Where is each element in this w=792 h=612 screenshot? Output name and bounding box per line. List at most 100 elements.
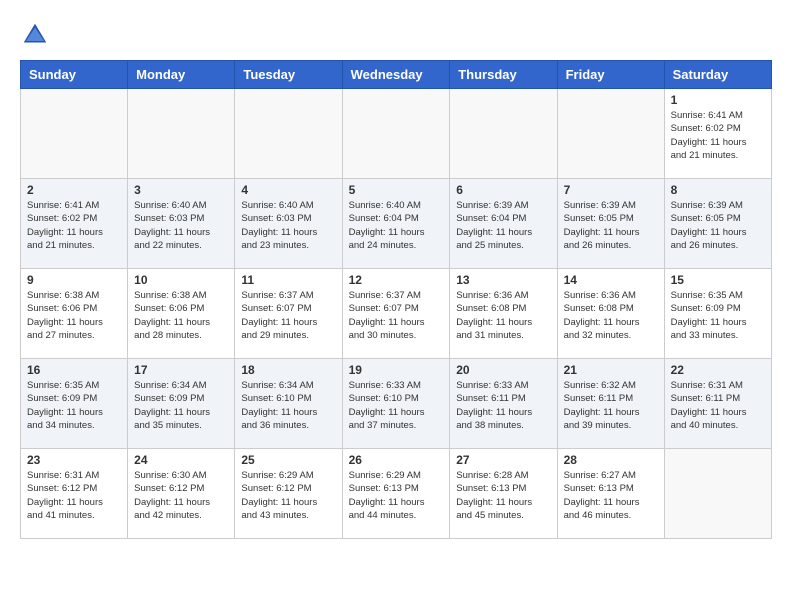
day-number: 1 xyxy=(671,93,765,107)
day-info: Sunrise: 6:39 AM Sunset: 6:05 PM Dayligh… xyxy=(564,199,658,252)
logo-icon xyxy=(20,20,50,50)
day-info: Sunrise: 6:35 AM Sunset: 6:09 PM Dayligh… xyxy=(27,379,121,432)
day-number: 22 xyxy=(671,363,765,377)
day-cell: 28 Sunrise: 6:27 AM Sunset: 6:13 PM Dayli… xyxy=(557,449,664,539)
day-number: 7 xyxy=(564,183,658,197)
day-number: 26 xyxy=(349,453,444,467)
day-cell xyxy=(21,89,128,179)
day-cell xyxy=(450,89,557,179)
day-cell xyxy=(664,449,771,539)
day-info: Sunrise: 6:31 AM Sunset: 6:12 PM Dayligh… xyxy=(27,469,121,522)
day-info: Sunrise: 6:27 AM Sunset: 6:13 PM Dayligh… xyxy=(564,469,658,522)
day-info: Sunrise: 6:34 AM Sunset: 6:09 PM Dayligh… xyxy=(134,379,228,432)
week-row-3: 9 Sunrise: 6:38 AM Sunset: 6:06 PM Daylig… xyxy=(21,269,772,359)
day-cell: 26 Sunrise: 6:29 AM Sunset: 6:13 PM Dayli… xyxy=(342,449,450,539)
day-cell xyxy=(128,89,235,179)
day-cell: 20 Sunrise: 6:33 AM Sunset: 6:11 PM Dayli… xyxy=(450,359,557,449)
logo xyxy=(20,20,54,50)
day-info: Sunrise: 6:31 AM Sunset: 6:11 PM Dayligh… xyxy=(671,379,765,432)
week-row-2: 2 Sunrise: 6:41 AM Sunset: 6:02 PM Daylig… xyxy=(21,179,772,269)
day-header-wednesday: Wednesday xyxy=(342,61,450,89)
day-cell xyxy=(235,89,342,179)
day-info: Sunrise: 6:29 AM Sunset: 6:12 PM Dayligh… xyxy=(241,469,335,522)
week-row-1: 1 Sunrise: 6:41 AM Sunset: 6:02 PM Daylig… xyxy=(21,89,772,179)
day-number: 14 xyxy=(564,273,658,287)
day-cell: 3 Sunrise: 6:40 AM Sunset: 6:03 PM Daylig… xyxy=(128,179,235,269)
day-info: Sunrise: 6:36 AM Sunset: 6:08 PM Dayligh… xyxy=(456,289,550,342)
day-number: 3 xyxy=(134,183,228,197)
day-cell xyxy=(557,89,664,179)
day-cell: 6 Sunrise: 6:39 AM Sunset: 6:04 PM Daylig… xyxy=(450,179,557,269)
day-cell: 27 Sunrise: 6:28 AM Sunset: 6:13 PM Dayli… xyxy=(450,449,557,539)
day-cell: 15Sunrise: 6:35 AM Sunset: 6:09 PM Dayli… xyxy=(664,269,771,359)
day-info: Sunrise: 6:33 AM Sunset: 6:10 PM Dayligh… xyxy=(349,379,444,432)
day-cell: 25 Sunrise: 6:29 AM Sunset: 6:12 PM Dayli… xyxy=(235,449,342,539)
day-number: 4 xyxy=(241,183,335,197)
day-cell: 4 Sunrise: 6:40 AM Sunset: 6:03 PM Daylig… xyxy=(235,179,342,269)
header-row: SundayMondayTuesdayWednesdayThursdayFrid… xyxy=(21,61,772,89)
day-header-friday: Friday xyxy=(557,61,664,89)
day-info: Sunrise: 6:30 AM Sunset: 6:12 PM Dayligh… xyxy=(134,469,228,522)
day-number: 17 xyxy=(134,363,228,377)
day-header-thursday: Thursday xyxy=(450,61,557,89)
day-number: 9 xyxy=(27,273,121,287)
day-number: 18 xyxy=(241,363,335,377)
day-cell xyxy=(342,89,450,179)
day-info: Sunrise: 6:39 AM Sunset: 6:05 PM Dayligh… xyxy=(671,199,765,252)
day-cell: 17 Sunrise: 6:34 AM Sunset: 6:09 PM Dayli… xyxy=(128,359,235,449)
day-cell: 13 Sunrise: 6:36 AM Sunset: 6:08 PM Dayli… xyxy=(450,269,557,359)
day-cell: 23 Sunrise: 6:31 AM Sunset: 6:12 PM Dayli… xyxy=(21,449,128,539)
day-number: 19 xyxy=(349,363,444,377)
day-info: Sunrise: 6:34 AM Sunset: 6:10 PM Dayligh… xyxy=(241,379,335,432)
day-cell: 5Sunrise: 6:40 AM Sunset: 6:04 PM Daylig… xyxy=(342,179,450,269)
day-info: Sunrise: 6:41 AM Sunset: 6:02 PM Dayligh… xyxy=(27,199,121,252)
day-info: Sunrise: 6:41 AM Sunset: 6:02 PM Dayligh… xyxy=(671,109,765,162)
day-info: Sunrise: 6:37 AM Sunset: 6:07 PM Dayligh… xyxy=(349,289,444,342)
day-number: 2 xyxy=(27,183,121,197)
day-header-sunday: Sunday xyxy=(21,61,128,89)
calendar-table: SundayMondayTuesdayWednesdayThursdayFrid… xyxy=(20,60,772,539)
day-number: 12 xyxy=(349,273,444,287)
day-cell: 8 Sunrise: 6:39 AM Sunset: 6:05 PM Daylig… xyxy=(664,179,771,269)
day-info: Sunrise: 6:38 AM Sunset: 6:06 PM Dayligh… xyxy=(27,289,121,342)
day-cell: 12 Sunrise: 6:37 AM Sunset: 6:07 PM Dayli… xyxy=(342,269,450,359)
day-info: Sunrise: 6:35 AM Sunset: 6:09 PM Dayligh… xyxy=(671,289,765,342)
day-number: 28 xyxy=(564,453,658,467)
day-cell: 22 Sunrise: 6:31 AM Sunset: 6:11 PM Dayli… xyxy=(664,359,771,449)
day-number: 23 xyxy=(27,453,121,467)
day-cell: 11 Sunrise: 6:37 AM Sunset: 6:07 PM Dayli… xyxy=(235,269,342,359)
day-number: 25 xyxy=(241,453,335,467)
day-info: Sunrise: 6:39 AM Sunset: 6:04 PM Dayligh… xyxy=(456,199,550,252)
day-cell: 16 Sunrise: 6:35 AM Sunset: 6:09 PM Dayli… xyxy=(21,359,128,449)
day-number: 6 xyxy=(456,183,550,197)
day-cell: 10 Sunrise: 6:38 AM Sunset: 6:06 PM Dayli… xyxy=(128,269,235,359)
day-cell: 18 Sunrise: 6:34 AM Sunset: 6:10 PM Dayli… xyxy=(235,359,342,449)
day-info: Sunrise: 6:33 AM Sunset: 6:11 PM Dayligh… xyxy=(456,379,550,432)
week-row-4: 16 Sunrise: 6:35 AM Sunset: 6:09 PM Dayli… xyxy=(21,359,772,449)
day-cell: 19 Sunrise: 6:33 AM Sunset: 6:10 PM Dayli… xyxy=(342,359,450,449)
day-info: Sunrise: 6:40 AM Sunset: 6:03 PM Dayligh… xyxy=(134,199,228,252)
day-number: 27 xyxy=(456,453,550,467)
week-row-5: 23 Sunrise: 6:31 AM Sunset: 6:12 PM Dayli… xyxy=(21,449,772,539)
day-header-monday: Monday xyxy=(128,61,235,89)
day-cell: 2 Sunrise: 6:41 AM Sunset: 6:02 PM Daylig… xyxy=(21,179,128,269)
day-number: 11 xyxy=(241,273,335,287)
day-info: Sunrise: 6:36 AM Sunset: 6:08 PM Dayligh… xyxy=(564,289,658,342)
day-number: 13 xyxy=(456,273,550,287)
day-number: 16 xyxy=(27,363,121,377)
day-cell: 7 Sunrise: 6:39 AM Sunset: 6:05 PM Daylig… xyxy=(557,179,664,269)
day-number: 21 xyxy=(564,363,658,377)
day-cell: 1 Sunrise: 6:41 AM Sunset: 6:02 PM Daylig… xyxy=(664,89,771,179)
day-info: Sunrise: 6:40 AM Sunset: 6:03 PM Dayligh… xyxy=(241,199,335,252)
day-info: Sunrise: 6:37 AM Sunset: 6:07 PM Dayligh… xyxy=(241,289,335,342)
day-info: Sunrise: 6:38 AM Sunset: 6:06 PM Dayligh… xyxy=(134,289,228,342)
day-number: 8 xyxy=(671,183,765,197)
day-cell: 21Sunrise: 6:32 AM Sunset: 6:11 PM Dayli… xyxy=(557,359,664,449)
day-info: Sunrise: 6:29 AM Sunset: 6:13 PM Dayligh… xyxy=(349,469,444,522)
day-cell: 9 Sunrise: 6:38 AM Sunset: 6:06 PM Daylig… xyxy=(21,269,128,359)
day-number: 20 xyxy=(456,363,550,377)
day-number: 10 xyxy=(134,273,228,287)
day-number: 24 xyxy=(134,453,228,467)
day-cell: 14 Sunrise: 6:36 AM Sunset: 6:08 PM Dayli… xyxy=(557,269,664,359)
day-info: Sunrise: 6:28 AM Sunset: 6:13 PM Dayligh… xyxy=(456,469,550,522)
